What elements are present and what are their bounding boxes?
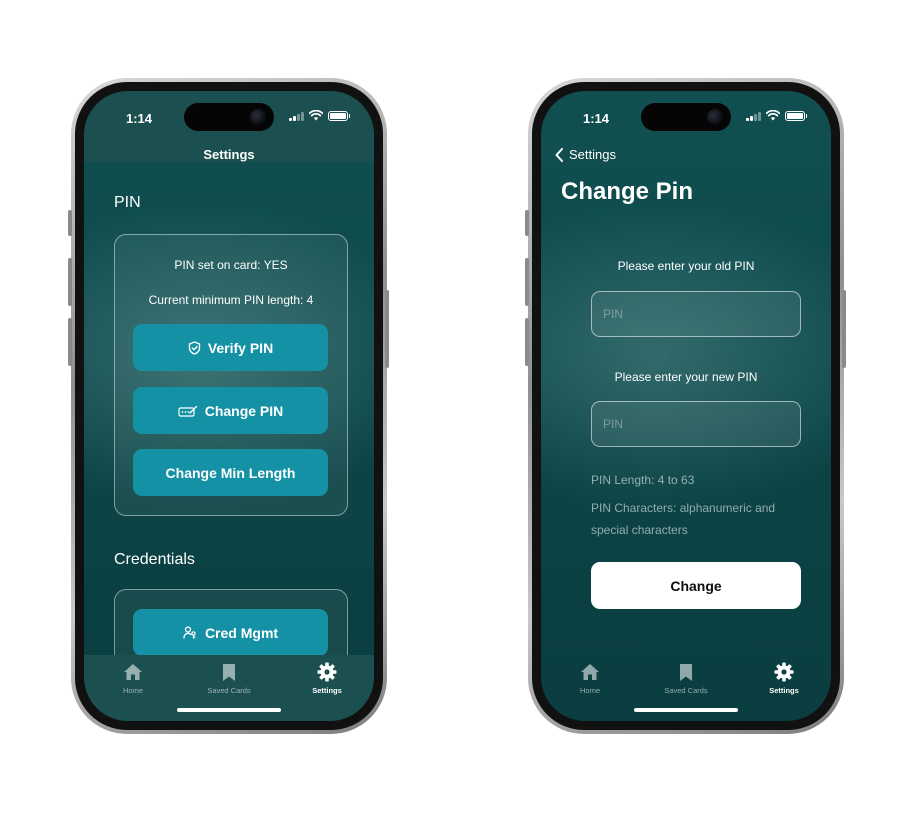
tab-settings[interactable]: Settings [739,661,829,695]
wifi-icon [309,110,323,121]
tab-settings[interactable]: Settings [282,661,372,695]
tab-home-label: Home [579,686,600,695]
change-pin-button[interactable]: Change PIN [133,387,328,434]
chevron-left-icon [555,147,563,162]
cred-mgmt-button[interactable]: Cred Mgmt [133,609,328,656]
tab-settings-label: Settings [769,686,799,695]
tab-home-label: Home [122,686,143,695]
credentials-section-title: Credentials [114,551,195,568]
phone-bezel: 1:14 Settings Change Pin Please enter yo… [532,82,840,730]
gear-icon [317,662,337,682]
camera-icon [250,109,266,125]
status-time: 1:14 [126,111,153,126]
old-pin-prompt: Please enter your old PIN [617,259,755,273]
status-time: 1:14 [583,111,610,126]
volume-down-button [525,318,529,366]
phone-change-pin: 1:14 Settings Change Pin Please enter yo… [528,78,844,734]
dynamic-island [641,103,731,131]
volume-up-button [68,258,72,306]
nav-title: Settings [203,147,255,162]
phone-settings: 1:14 Settings PIN PIN set on card: YES C… [71,78,387,734]
power-button [385,290,389,368]
status-icons [289,110,350,121]
camera-icon [707,109,723,125]
change-button[interactable]: Change [591,562,801,609]
change-button-label: Change [670,577,722,594]
change-pin-screen: 1:14 Settings Change Pin Please enter yo… [541,91,831,721]
back-label: Settings [569,147,616,162]
house-icon [581,664,599,680]
power-button [842,290,846,368]
battery-icon [328,110,350,121]
tab-settings-label: Settings [312,686,342,695]
pin-section-title: PIN [114,194,141,211]
password-edit-icon [178,405,197,417]
status-icons [746,110,807,121]
tab-saved-cards[interactable]: Saved Cards [641,661,731,695]
bookmark-icon [223,663,235,681]
tab-saved-cards-label: Saved Cards [664,686,708,695]
home-indicator[interactable] [177,708,281,712]
bookmark-icon [680,663,692,681]
back-button[interactable]: Settings [555,147,616,162]
change-pin-label: Change PIN [204,402,284,419]
new-pin-input[interactable] [591,401,801,447]
user-key-icon [183,626,196,639]
volume-up-button [525,258,529,306]
dynamic-island [184,103,274,131]
settings-screen: 1:14 Settings PIN PIN set on card: YES C… [84,91,374,721]
volume-down-button [68,318,72,366]
min-pin-length: Current minimum PIN length: 4 [148,293,314,307]
change-min-length-button[interactable]: Change Min Length [133,449,328,496]
action-button [525,210,529,236]
home-indicator[interactable] [634,708,738,712]
gear-icon [774,662,794,682]
change-min-length-label: Change Min Length [165,464,296,481]
verify-pin-button[interactable]: Verify PIN [133,324,328,371]
tab-saved-cards-label: Saved Cards [207,686,251,695]
verify-pin-label: Verify PIN [207,339,274,356]
shield-check-icon [188,340,201,355]
signal-icon [289,111,304,121]
tab-home[interactable]: Home [88,661,178,695]
cred-mgmt-label: Cred Mgmt [204,624,279,641]
phone-bezel: 1:14 Settings PIN PIN set on card: YES C… [75,82,383,730]
pin-characters-hint: PIN Characters: alphanumeric and special… [591,501,776,537]
signal-icon [746,111,761,121]
tab-saved-cards[interactable]: Saved Cards [184,661,274,695]
pin-set-status: PIN set on card: YES [174,258,288,272]
pin-card: PIN set on card: YES Current minimum PIN… [114,234,348,516]
battery-icon [785,110,807,121]
old-pin-input[interactable] [591,291,801,337]
pin-length-hint: PIN Length: 4 to 63 [591,473,695,487]
action-button [68,210,72,236]
tab-home[interactable]: Home [545,661,635,695]
house-icon [124,664,142,680]
wifi-icon [766,110,780,121]
new-pin-prompt: Please enter your new PIN [614,370,758,384]
page-title: Change Pin [561,178,694,205]
